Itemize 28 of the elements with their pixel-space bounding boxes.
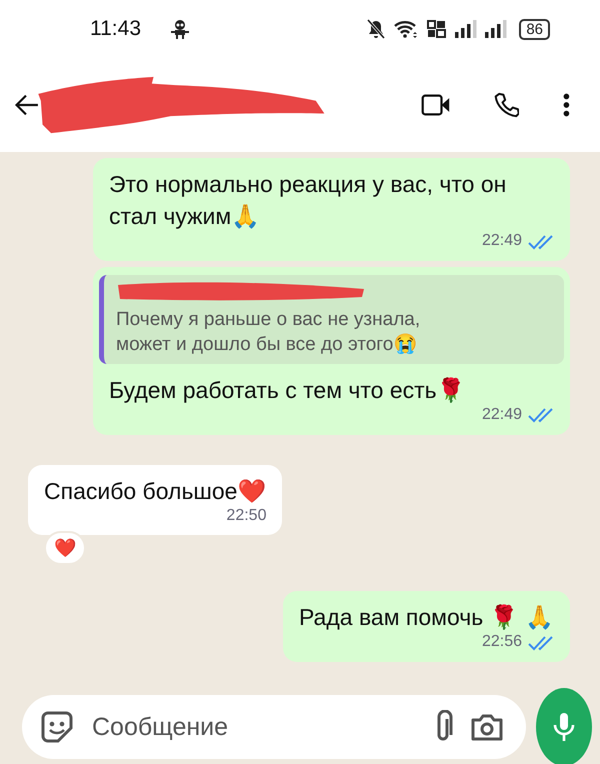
message-time: 22:49 — [482, 405, 522, 426]
sticker-icon — [40, 710, 74, 744]
reaction-badge[interactable]: ❤ — [44, 531, 86, 566]
microphone-icon — [553, 712, 575, 742]
more-options-icon[interactable] — [563, 91, 570, 119]
message-text: Будем работать с тем что есть🌹 — [109, 377, 466, 404]
wifi-icon — [393, 19, 420, 39]
message-text: Спасибо большое❤ — [44, 478, 266, 504]
battery-level: 86 — [519, 18, 550, 40]
camera-icon[interactable] — [470, 712, 504, 742]
quoted-message[interactable]: Почему я раньше о вас не узнала, может и дошло бы все до этого😭 — [99, 274, 564, 364]
message-time: 22:50 — [226, 506, 266, 526]
signal-icon — [485, 20, 508, 38]
quoted-text: Почему я раньше о вас не узнала, может и дошло бы все до этого😭 — [116, 308, 422, 358]
message-text: Рада вам помочь 🌹 🙏 — [298, 604, 554, 630]
message-time: 22:49 — [482, 231, 522, 252]
muted-bell-icon — [367, 19, 386, 39]
message-text: Это нормально реакция у вас, что он стал чужим🙏 — [109, 171, 506, 230]
video-call-icon[interactable] — [420, 92, 450, 118]
message-field[interactable]: Сообщение — [22, 695, 526, 759]
status-time: 11:43 — [90, 17, 141, 41]
message-field[interactable]: Сообщение — [90, 712, 416, 742]
robot-icon — [169, 19, 191, 39]
phone-icon[interactable] — [494, 90, 520, 120]
back-arrow-icon[interactable] — [14, 92, 40, 118]
microphone-button[interactable] — [536, 688, 592, 764]
message-time: 22:56 — [482, 632, 522, 652]
signal-icon — [455, 20, 478, 38]
